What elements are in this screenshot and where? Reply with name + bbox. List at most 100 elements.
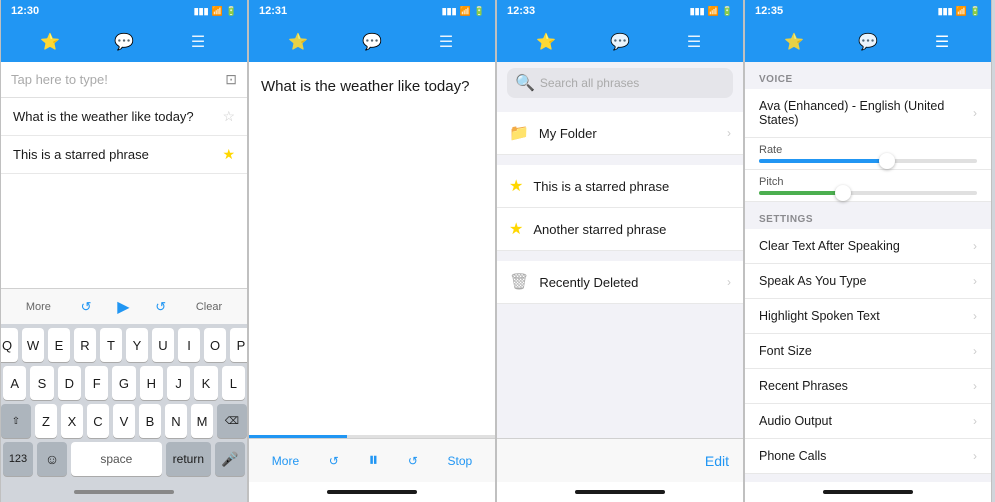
home-bar-2 [249, 482, 495, 502]
mic-key[interactable]: 🎤 [215, 442, 245, 476]
key-p[interactable]: P [230, 328, 248, 362]
key-y[interactable]: Y [126, 328, 148, 362]
key-a[interactable]: A [3, 366, 26, 400]
folder-item-4[interactable]: 🗑 Recently Deleted › [497, 261, 743, 304]
refresh-ctrl-2[interactable]: ↺ [408, 454, 418, 468]
status-time-3: 12:33 [507, 5, 535, 17]
menu-nav-icon-4[interactable]: ☰ [927, 32, 957, 52]
star-nav-icon-2[interactable]: ⭐ [283, 32, 313, 52]
font-size-item[interactable]: Font Size › [745, 334, 991, 369]
key-o[interactable]: O [204, 328, 226, 362]
edit-button[interactable]: Edit [705, 453, 729, 469]
folder-spacer-2 [497, 251, 743, 261]
speak-type-item[interactable]: Speak As You Type › [745, 264, 991, 299]
highlight-item[interactable]: Highlight Spoken Text › [745, 299, 991, 334]
key-l[interactable]: L [222, 366, 245, 400]
screen-3: 12:33 ▮▮▮ 📶 🔋 ⭐ 💬 ☰ 🔍 Search all phrases… [496, 0, 744, 502]
refresh-ctrl-1[interactable]: ↺ [329, 454, 339, 468]
voice-item[interactable]: Ava (Enhanced) - English (United States)… [745, 89, 991, 138]
message-nav-icon-4[interactable]: 💬 [853, 32, 883, 52]
star-icon-1[interactable]: ☆ [222, 108, 235, 125]
star-nav-icon-4[interactable]: ⭐ [779, 32, 809, 52]
key-n[interactable]: N [165, 404, 187, 438]
key-i[interactable]: I [178, 328, 200, 362]
key-b[interactable]: B [139, 404, 161, 438]
home-indicator-1 [74, 490, 174, 494]
phrase-item-2[interactable]: This is a starred phrase ★ [1, 136, 247, 174]
keyboard: Q W E R T Y U I O P A S D F G H J K L ⇧ … [1, 324, 247, 482]
key-f[interactable]: F [85, 366, 108, 400]
search-input-wrapper[interactable]: 🔍 Search all phrases [507, 68, 733, 98]
rate-track[interactable] [759, 159, 977, 163]
progress-fill [249, 435, 347, 438]
return-key[interactable]: return [166, 442, 211, 476]
number-key[interactable]: 123 [3, 442, 33, 476]
message-nav-icon-2[interactable]: 💬 [357, 32, 387, 52]
folder-item-1[interactable]: 📁 My Folder › [497, 112, 743, 155]
status-icons-2: ▮▮▮ 📶 🔋 [442, 6, 485, 17]
voice-chevron: › [973, 106, 977, 120]
phrase-display: What is the weather like today? [249, 62, 495, 435]
text-input-area[interactable]: Tap here to type! ⊡ [1, 62, 247, 98]
home-bar-3 [497, 482, 743, 502]
space-key[interactable]: space [71, 442, 162, 476]
star-nav-icon[interactable]: ⭐ [35, 32, 65, 52]
star-icon-2[interactable]: ★ [222, 146, 235, 163]
key-m[interactable]: M [191, 404, 213, 438]
key-s[interactable]: S [30, 366, 53, 400]
pause-button[interactable]: ⏸ [368, 449, 378, 472]
clear-button-1[interactable]: Clear [192, 299, 226, 315]
audio-output-chevron: › [973, 414, 977, 428]
menu-nav-icon-2[interactable]: ☰ [431, 32, 461, 52]
pitch-thumb[interactable] [835, 185, 851, 201]
folder-item-2[interactable]: ★ This is a starred phrase [497, 165, 743, 208]
key-c[interactable]: C [87, 404, 109, 438]
progress-bar [249, 435, 495, 438]
key-q[interactable]: Q [0, 328, 18, 362]
phrase-item-1[interactable]: What is the weather like today? ☆ [1, 98, 247, 136]
wifi-icon-2: 📶 [460, 6, 471, 17]
key-u[interactable]: U [152, 328, 174, 362]
folder-spacer-1 [497, 155, 743, 165]
key-e[interactable]: E [48, 328, 70, 362]
menu-nav-icon-3[interactable]: ☰ [679, 32, 709, 52]
rate-thumb[interactable] [879, 153, 895, 169]
clear-text-item[interactable]: Clear Text After Speaking › [745, 229, 991, 264]
folder-name-3: Another starred phrase [533, 222, 731, 237]
key-k[interactable]: K [194, 366, 217, 400]
emoji-key[interactable]: ☺ [37, 442, 67, 476]
message-nav-icon-3[interactable]: 💬 [605, 32, 635, 52]
pitch-track[interactable] [759, 191, 977, 195]
status-bar-1: 12:30 ▮▮▮ 📶 🔋 [1, 0, 247, 22]
message-nav-icon[interactable]: 💬 [109, 32, 139, 52]
nav-bar-3: ⭐ 💬 ☰ [497, 22, 743, 62]
key-r[interactable]: R [74, 328, 96, 362]
key-d[interactable]: D [58, 366, 81, 400]
key-h[interactable]: H [140, 366, 163, 400]
stop-button[interactable]: Stop [448, 454, 473, 468]
playback-controls: More ↺ ⏸ ↺ Stop [249, 438, 495, 482]
more-button-1[interactable]: More [22, 299, 55, 315]
key-z[interactable]: Z [35, 404, 57, 438]
audio-output-item[interactable]: Audio Output › [745, 404, 991, 439]
more-button-2[interactable]: More [272, 454, 299, 468]
recent-phrases-item[interactable]: Recent Phrases › [745, 369, 991, 404]
highlight-label: Highlight Spoken Text [759, 309, 880, 323]
key-row-2: A S D F G H J K L [3, 366, 245, 400]
key-g[interactable]: G [112, 366, 135, 400]
key-x[interactable]: X [61, 404, 83, 438]
delete-key[interactable]: ⌫ [217, 404, 247, 438]
key-j[interactable]: J [167, 366, 190, 400]
play-button-1[interactable]: ▶ [117, 297, 129, 317]
refresh-button-1[interactable]: ↺ [81, 299, 92, 315]
folder-item-3[interactable]: ★ Another starred phrase [497, 208, 743, 251]
phone-calls-item[interactable]: Phone Calls › [745, 439, 991, 474]
refresh-button-2[interactable]: ↺ [155, 299, 166, 315]
status-icons-1: ▮▮▮ 📶 🔋 [194, 6, 237, 17]
star-nav-icon-3[interactable]: ⭐ [531, 32, 561, 52]
menu-nav-icon[interactable]: ☰ [183, 32, 213, 52]
key-v[interactable]: V [113, 404, 135, 438]
shift-key[interactable]: ⇧ [1, 404, 31, 438]
key-t[interactable]: T [100, 328, 122, 362]
key-w[interactable]: W [22, 328, 44, 362]
